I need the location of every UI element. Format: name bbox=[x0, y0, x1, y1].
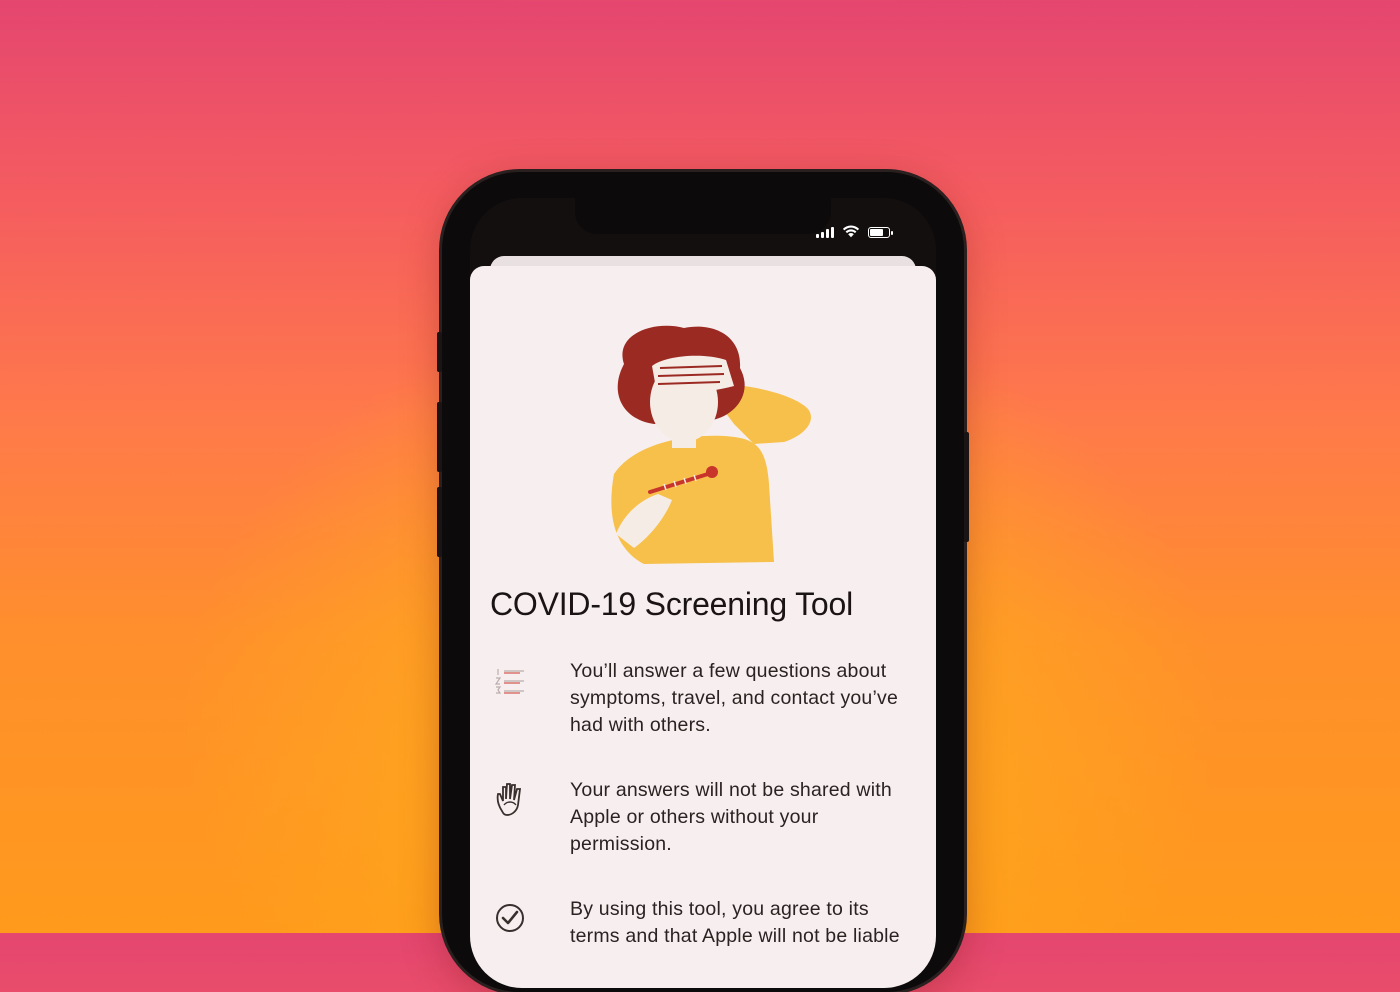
volume-down-button bbox=[437, 487, 442, 557]
status-bar bbox=[816, 222, 893, 238]
phone-screen: COVID-19 Screening Tool You’ll answer a … bbox=[470, 198, 936, 988]
signal-bar bbox=[826, 229, 829, 238]
notch bbox=[575, 198, 831, 234]
sick-person-illustration bbox=[611, 325, 811, 564]
screening-sheet[interactable]: COVID-19 Screening Tool You’ll answer a … bbox=[470, 266, 936, 988]
signal-bar bbox=[821, 231, 824, 238]
hand-icon bbox=[496, 783, 522, 816]
checkmark-seal-icon bbox=[496, 904, 524, 932]
signal-bar bbox=[831, 226, 834, 238]
info-item-questions: You’ll answer a few questions about symp… bbox=[490, 658, 910, 739]
signal-icon bbox=[816, 226, 834, 238]
wifi-icon bbox=[842, 225, 860, 238]
power-button bbox=[964, 432, 969, 542]
info-item-privacy: Your answers will not be shared with App… bbox=[490, 777, 910, 858]
info-text-questions: You’ll answer a few questions about symp… bbox=[570, 660, 899, 736]
volume-up-button bbox=[437, 402, 442, 472]
info-text-privacy: Your answers will not be shared with App… bbox=[570, 779, 892, 855]
side-button bbox=[437, 332, 442, 372]
signal-bar bbox=[816, 234, 819, 238]
info-text-terms: By using this tool, you agree to its ter… bbox=[570, 898, 900, 947]
numbered-list-icon bbox=[494, 669, 524, 694]
battery-icon bbox=[868, 227, 893, 238]
info-item-terms: By using this tool, you agree to its ter… bbox=[490, 896, 910, 950]
phone-device: COVID-19 Screening Tool You’ll answer a … bbox=[437, 172, 969, 992]
page-title: COVID-19 Screening Tool bbox=[490, 586, 853, 622]
